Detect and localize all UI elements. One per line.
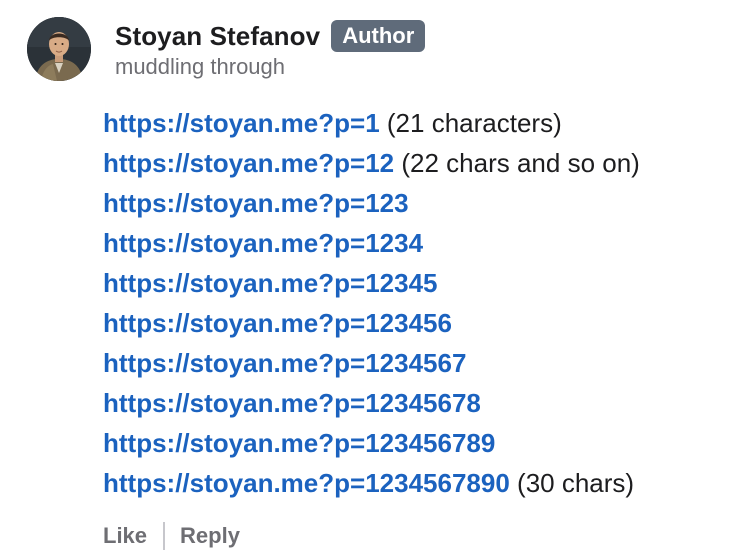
- list-item: https://stoyan.me?p=12345678: [103, 383, 640, 423]
- divider: [163, 522, 166, 550]
- author-badge: Author: [331, 20, 426, 52]
- list-item: https://stoyan.me?p=12 (22 chars and so …: [103, 143, 640, 183]
- link[interactable]: https://stoyan.me?p=123456: [103, 308, 452, 338]
- list-item: https://stoyan.me?p=1234567: [103, 343, 640, 383]
- link[interactable]: https://stoyan.me?p=123456789: [103, 428, 495, 458]
- link[interactable]: https://stoyan.me?p=1234: [103, 228, 423, 258]
- list-item: https://stoyan.me?p=1234: [103, 223, 640, 263]
- link[interactable]: https://stoyan.me?p=12345: [103, 268, 438, 298]
- list-item: https://stoyan.me?p=1 (21 characters): [103, 103, 640, 143]
- author-name[interactable]: Stoyan Stefanov: [115, 21, 320, 52]
- link-note: (30 chars): [517, 468, 635, 498]
- list-item: https://stoyan.me?p=123: [103, 183, 640, 223]
- list-item: https://stoyan.me?p=123456789: [103, 423, 640, 463]
- reply-button[interactable]: Reply: [180, 523, 240, 549]
- avatar[interactable]: [27, 17, 91, 81]
- link[interactable]: https://stoyan.me?p=1: [103, 108, 380, 138]
- link[interactable]: https://stoyan.me?p=123: [103, 188, 409, 218]
- like-button[interactable]: Like: [103, 523, 147, 549]
- link-list: https://stoyan.me?p=1 (21 characters) ht…: [103, 103, 640, 503]
- link-note: (22 chars and so on): [401, 148, 640, 178]
- comment-card: Stoyan Stefanov Author muddling through …: [0, 0, 738, 550]
- list-item: https://stoyan.me?p=12345: [103, 263, 640, 303]
- author-tagline: muddling through: [115, 54, 286, 79]
- link[interactable]: https://stoyan.me?p=12: [103, 148, 394, 178]
- list-item: https://stoyan.me?p=123456: [103, 303, 640, 343]
- list-item: https://stoyan.me?p=1234567890 (30 chars…: [103, 463, 640, 503]
- profile-photo-icon: [27, 17, 91, 81]
- link[interactable]: https://stoyan.me?p=1234567: [103, 348, 466, 378]
- link[interactable]: https://stoyan.me?p=12345678: [103, 388, 481, 418]
- author-header: Stoyan Stefanov Author: [115, 16, 426, 56]
- link-note: (21 characters): [386, 108, 562, 138]
- comment-actions: Like Reply: [103, 522, 240, 550]
- link[interactable]: https://stoyan.me?p=1234567890: [103, 468, 510, 498]
